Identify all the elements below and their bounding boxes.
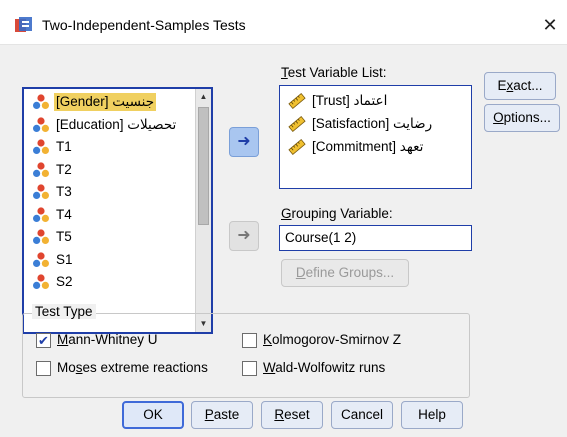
source-variable-label: T1	[56, 139, 72, 154]
source-variable-item[interactable]: T2	[24, 159, 195, 181]
source-variable-label: [Gender] جنسيت	[54, 93, 157, 111]
grouping-variable-field[interactable]: Course(1 2)	[279, 225, 472, 251]
scroll-up-icon[interactable]: ▲	[196, 89, 211, 105]
title-bar: Two-Independent-Samples Tests ✕	[0, 0, 567, 44]
test-variable-label: [Satisfaction] رضايت	[312, 116, 433, 131]
source-variable-label: [Education] تحصيلات	[56, 116, 177, 132]
source-variable-label: T2	[56, 161, 72, 177]
test-variable-item[interactable]: [Commitment] تعهد	[280, 136, 470, 158]
define-groups-button[interactable]: Define Groups...	[281, 259, 409, 287]
test-type-title: Test Type	[32, 304, 96, 319]
source-variable-item[interactable]: S2	[24, 271, 195, 293]
mann-whitney-label[interactable]: Mann-Whitney U	[57, 332, 158, 347]
moses-extreme-checkbox[interactable]	[36, 361, 51, 376]
reset-button[interactable]: Reset	[261, 401, 323, 429]
test-variable-item[interactable]: [Trust] اعتماد	[280, 90, 470, 112]
source-variable-label: S2	[56, 274, 73, 289]
exact-button[interactable]: Exact...	[484, 72, 556, 100]
source-variable-label: T5	[56, 229, 72, 244]
test-variable-label: [Trust] اعتماد	[312, 93, 388, 108]
checkmark-icon: ✔	[38, 333, 49, 348]
grouping-variable-label: Grouping Variable:	[281, 206, 393, 221]
dialog-body: [Gender] جنسيت [Education] تحصيلات T1 T2 T3 T…	[0, 44, 567, 437]
mann-whitney-checkbox[interactable]: ✔	[36, 333, 51, 348]
source-list-scrollbar[interactable]: ▲ ▼	[195, 89, 211, 332]
test-type-group	[22, 313, 470, 398]
test-variable-label: [Commitment] تعهد	[312, 139, 424, 154]
source-variable-item[interactable]: T3	[24, 181, 195, 203]
move-to-grouping-button[interactable]: ➜	[229, 221, 259, 251]
options-button[interactable]: Options...	[484, 104, 560, 132]
source-variable-list[interactable]: [Gender] جنسيت [Education] تحصيلات T1 T2 T3 T…	[22, 87, 213, 334]
kolmogorov-smirnov-checkbox[interactable]	[242, 333, 257, 348]
cancel-button[interactable]: Cancel	[331, 401, 393, 429]
kolmogorov-smirnov-label[interactable]: Kolmogorov-Smirnov Z	[263, 332, 401, 347]
scroll-thumb[interactable]	[198, 107, 209, 225]
source-variable-items: [Gender] جنسيت [Education] تحصيلات T1 T2 T3 T…	[24, 89, 195, 332]
wald-wolfowitz-label[interactable]: Wald-Wolfowitz runs	[263, 360, 385, 375]
moses-extreme-label[interactable]: Moses extreme reactions	[57, 360, 208, 375]
wald-wolfowitz-checkbox[interactable]	[242, 361, 257, 376]
app-icon	[15, 17, 32, 32]
test-variable-list[interactable]: [Trust] اعتماد [Satisfaction] رضايت [Commi…	[279, 85, 472, 189]
arrow-right-icon: ➜	[237, 227, 251, 244]
source-variable-item[interactable]: T1	[24, 136, 195, 158]
source-variable-item[interactable]: T5	[24, 226, 195, 248]
source-variable-label: S1	[56, 251, 73, 267]
source-variable-label: T3	[56, 184, 72, 199]
help-button[interactable]: Help	[401, 401, 463, 429]
arrow-right-icon: ➜	[237, 133, 251, 150]
close-icon: ✕	[542, 15, 558, 35]
source-variable-item[interactable]: [Gender] جنسيت	[24, 91, 195, 113]
ok-button[interactable]: OK	[122, 401, 184, 429]
paste-button[interactable]: Paste	[191, 401, 253, 429]
source-variable-label: T4	[56, 206, 72, 222]
source-variable-item[interactable]: S1	[24, 249, 195, 271]
source-variable-item[interactable]: [Education] تحصيلات	[24, 114, 195, 136]
window-title: Two-Independent-Samples Tests	[42, 17, 246, 33]
test-variable-item[interactable]: [Satisfaction] رضايت	[280, 113, 470, 135]
close-button[interactable]: ✕	[536, 12, 564, 38]
source-variable-item[interactable]: T4	[24, 204, 195, 226]
move-to-test-list-button[interactable]: ➜	[229, 127, 259, 157]
test-variable-list-label: Test Variable List:	[281, 65, 387, 80]
